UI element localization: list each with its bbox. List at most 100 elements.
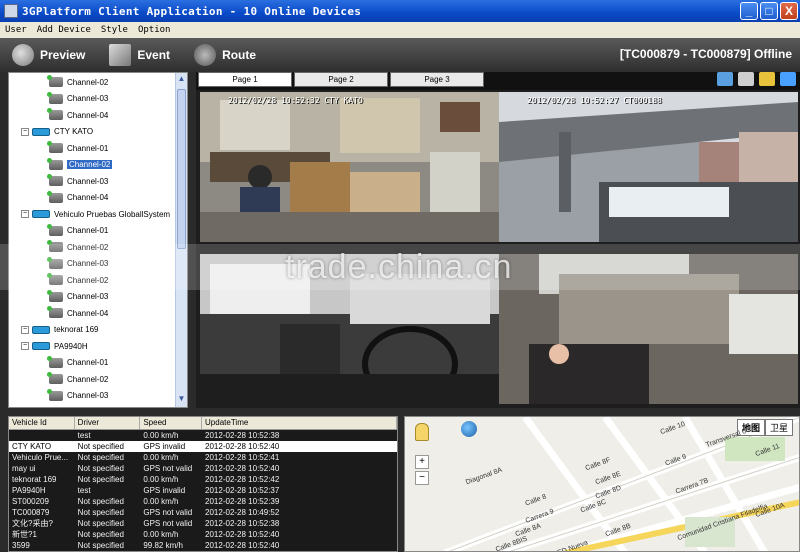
table-row[interactable]: 文化?采由? Not specified GPS not valid 2012-02-… bbox=[9, 518, 397, 529]
tree-channel[interactable]: Channel-01 bbox=[47, 355, 108, 370]
table-cell: GPS invalid bbox=[143, 442, 186, 451]
street-camera-view bbox=[499, 92, 798, 242]
table-cell: may ui bbox=[12, 464, 36, 473]
close-button[interactable]: X bbox=[780, 2, 798, 20]
tab-page-3[interactable]: Page 3 bbox=[390, 72, 484, 87]
camera-icon bbox=[47, 355, 63, 368]
route-icon bbox=[194, 44, 217, 66]
snapshot-icon[interactable] bbox=[717, 72, 733, 86]
menu-option[interactable]: Option bbox=[133, 25, 176, 35]
tree-channel[interactable]: Channel-02 bbox=[47, 157, 113, 172]
menu-style[interactable]: Style bbox=[96, 25, 133, 35]
col-vehicle-id[interactable]: Vehicle Id bbox=[9, 417, 75, 429]
col-driver[interactable]: Driver bbox=[75, 417, 141, 429]
table-cell: 2012-02-28 10:52:39 bbox=[205, 497, 280, 506]
table-cell: 3599 bbox=[12, 541, 30, 550]
globe-icon[interactable] bbox=[461, 421, 477, 437]
col-update-time[interactable]: UpdateTime bbox=[202, 417, 397, 429]
scroll-thumb[interactable] bbox=[177, 89, 186, 249]
table-cell: teknorat 169 bbox=[12, 475, 57, 484]
route-button[interactable]: Route bbox=[194, 44, 256, 66]
tree-channel[interactable]: Channel-03 bbox=[47, 174, 108, 188]
scroll-down-icon[interactable]: ▼ bbox=[177, 394, 186, 406]
table-row[interactable]: teknorat 169 Not specified 0.00 km/h 2012-0… bbox=[9, 474, 397, 485]
camera-icon bbox=[47, 223, 63, 236]
table-cell: test bbox=[77, 431, 91, 440]
video-feed-2[interactable]: 2012/02/28 10:52:27 CT000188 bbox=[499, 92, 798, 242]
tree-label: Channel-02 bbox=[67, 77, 109, 87]
tree-scrollbar[interactable]: ▲ ▼ bbox=[175, 73, 187, 407]
maximize-button[interactable]: □ bbox=[760, 2, 778, 20]
tab-page-1[interactable]: Page 1 bbox=[198, 72, 292, 87]
table-cell: GPS not valid bbox=[143, 519, 193, 528]
tree-channel[interactable]: Channel-01 bbox=[47, 223, 109, 238]
expander-icon[interactable]: − bbox=[21, 210, 29, 218]
zoom-out-button[interactable]: − bbox=[415, 471, 429, 485]
tree-channel[interactable]: Channel-03 bbox=[47, 388, 109, 403]
table-cell: Vehiculo Prue... bbox=[12, 453, 69, 462]
table-cell: Not specified bbox=[77, 442, 124, 451]
minimize-button[interactable]: _ bbox=[740, 2, 758, 20]
menu-add-device[interactable]: Add Device bbox=[32, 25, 96, 35]
expander-icon[interactable]: − bbox=[21, 342, 29, 350]
tree-label: Channel-01 bbox=[67, 226, 109, 235]
preview-button[interactable]: Preview bbox=[12, 44, 85, 66]
table-row[interactable]: may ui Not specified GPS not valid 2012-02-… bbox=[9, 463, 397, 474]
tree-label: Channel-03 bbox=[67, 391, 109, 400]
camera-icon bbox=[47, 289, 63, 302]
tree-channel[interactable]: Channel-04 bbox=[47, 190, 108, 205]
satellite-dish-icon bbox=[12, 44, 34, 66]
table-row[interactable]: ST000209 Not specified 0.00 km/h 2012-02-28… bbox=[9, 496, 397, 507]
video-1-timestamp: 2012/02/28 10:52:32 CTY KATO bbox=[228, 96, 363, 105]
globe-icon[interactable] bbox=[780, 72, 796, 86]
table-cell: 99.82 km/h bbox=[143, 541, 183, 550]
preview-label: Preview bbox=[40, 48, 86, 62]
tree-device[interactable]: − Vehiculo Pruebas GloballSystem bbox=[21, 207, 170, 221]
table-row[interactable]: PA9940H test GPS invalid 2012-02-28 10:52:3… bbox=[9, 485, 397, 496]
tree-channel[interactable]: Channel-04 bbox=[47, 306, 108, 320]
table-row[interactable]: 新世?1 Not specified 0.00 km/h 2012-02-28 10:… bbox=[9, 529, 397, 540]
table-cell: Not specified bbox=[77, 453, 124, 462]
tree-label: Channel-03 bbox=[67, 94, 109, 103]
tree-label: Channel-02 bbox=[67, 374, 109, 384]
table-row[interactable]: TC000879 Not specified GPS not valid 2012-0… bbox=[9, 507, 397, 518]
tree-device[interactable]: − teknorat 169 bbox=[21, 323, 98, 337]
tree-device[interactable]: − CTY KATO bbox=[21, 125, 93, 139]
table-row[interactable]: test 0.00 km/h 2012-02-28 10:52:38 bbox=[9, 430, 397, 441]
device-tree[interactable]: Channel-02 Channel-03 Channel-04 − CTY KATO C… bbox=[8, 72, 188, 408]
menu-user[interactable]: User bbox=[0, 25, 32, 35]
event-button[interactable]: Event bbox=[109, 44, 170, 66]
expander-icon[interactable]: − bbox=[21, 325, 29, 334]
tree-device[interactable]: − PA9940H bbox=[21, 339, 88, 353]
table-cell: 0.00 km/h bbox=[143, 475, 179, 484]
tree-channel[interactable]: Channel-03 bbox=[47, 289, 109, 304]
map-streets bbox=[405, 417, 799, 551]
tree-channel[interactable]: Channel-02 bbox=[47, 75, 109, 89]
vehicle-icon[interactable] bbox=[759, 72, 775, 86]
satellite-button[interactable]: 卫星 bbox=[764, 419, 793, 436]
tree-channel[interactable]: Channel-04 bbox=[47, 108, 108, 122]
table-cell: Not specified bbox=[77, 464, 124, 473]
tree-channel[interactable]: Channel-02 bbox=[47, 372, 109, 386]
video-feed-1[interactable]: 2012/02/28 10:52:32 CTY KATO bbox=[200, 92, 499, 242]
map-panel[interactable]: + − 地图 卫星 Calle 10 Transversal 6 Calle 11 D… bbox=[404, 416, 800, 552]
office-camera-view bbox=[200, 92, 499, 242]
tree-channel[interactable]: Channel-01 bbox=[47, 141, 108, 155]
table-cell: Not specified bbox=[77, 508, 124, 517]
device-icon bbox=[32, 342, 50, 350]
table-row[interactable]: 3599 Not specified 99.82 km/h 2012-02-28 10… bbox=[9, 540, 397, 551]
zoom-in-button[interactable]: + bbox=[415, 455, 429, 469]
table-row[interactable]: Vehiculo Prue... Not specified 0.00 km/h 20… bbox=[9, 452, 397, 463]
table-row[interactable]: CTY KATO Not specified GPS invalid 2012-02-… bbox=[9, 441, 397, 452]
camera-icon bbox=[47, 306, 63, 318]
expander-icon[interactable]: − bbox=[21, 127, 29, 136]
table-cell: 2012-02-28 10:52:37 bbox=[205, 486, 280, 495]
street-view-icon[interactable] bbox=[415, 423, 429, 441]
record-icon[interactable] bbox=[738, 72, 754, 86]
table-cell: 0.00 km/h bbox=[143, 431, 179, 440]
scroll-up-icon[interactable]: ▲ bbox=[177, 74, 186, 86]
tree-label: Channel-03 bbox=[67, 292, 109, 301]
col-speed[interactable]: Speed bbox=[140, 417, 203, 429]
tree-channel[interactable]: Channel-03 bbox=[47, 91, 109, 106]
tab-page-2[interactable]: Page 2 bbox=[294, 72, 388, 87]
